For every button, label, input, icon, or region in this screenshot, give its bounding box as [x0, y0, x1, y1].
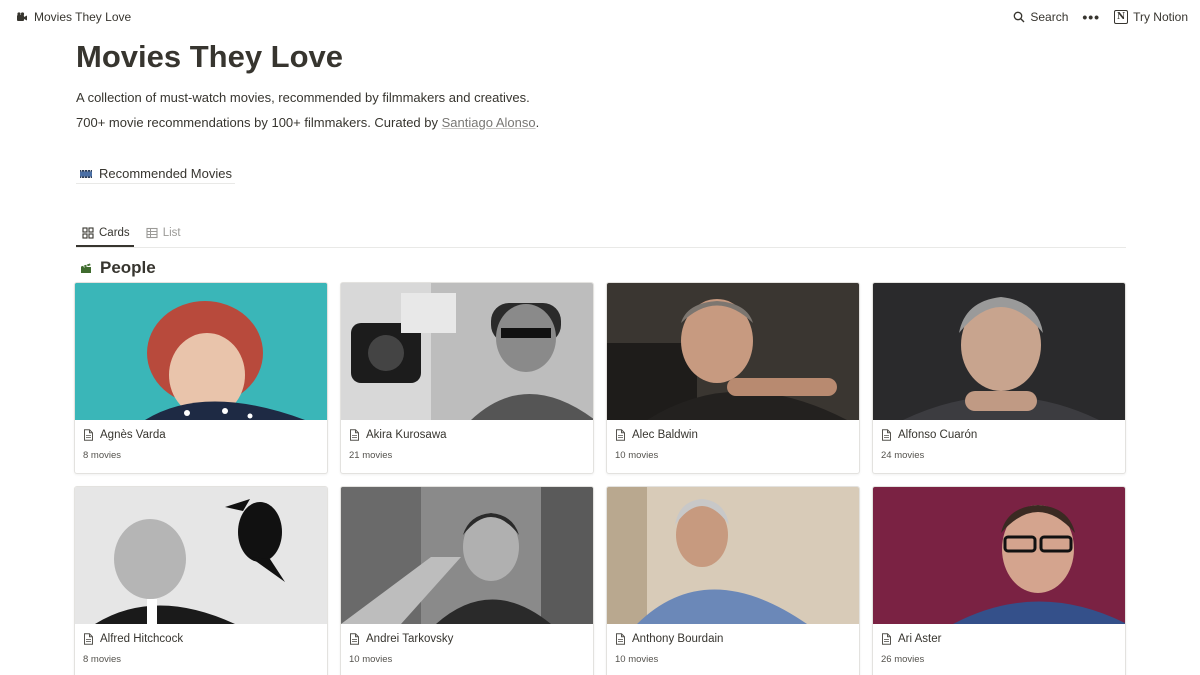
card-cover — [75, 283, 327, 420]
card-movie-count: 26 movies — [881, 654, 925, 665]
tab-list[interactable]: List — [140, 227, 185, 247]
tab-list-label: List — [162, 227, 181, 239]
card-movie-count: 10 movies — [349, 654, 393, 665]
card-cover — [873, 283, 1125, 420]
gallery-card[interactable]: Andrei Tarkovsky 10 movies — [340, 486, 594, 675]
curator-link[interactable]: Santiago Alonso — [442, 115, 536, 130]
view-tabs: Cards List — [76, 221, 1126, 248]
page-icon — [349, 633, 360, 645]
group-title: People — [100, 258, 156, 277]
card-title: Ari Aster — [898, 633, 942, 645]
search-icon — [1013, 11, 1025, 23]
card-movie-count: 8 movies — [83, 450, 122, 461]
clapper-icon — [80, 262, 92, 274]
page-title: Movies They Love — [76, 39, 344, 74]
gallery-grid: Agnès Varda 8 movies Akira Kurosawa 21 m… — [74, 282, 1126, 675]
page-icon — [615, 429, 626, 441]
card-title: Akira Kurosawa — [366, 429, 447, 441]
breadcrumb[interactable]: Movies They Love — [16, 10, 131, 24]
card-title: Alfonso Cuarón — [898, 429, 978, 441]
page-icon — [881, 633, 892, 645]
card-cover — [341, 283, 593, 420]
search-label: Search — [1030, 10, 1069, 24]
card-movie-count: 24 movies — [881, 450, 925, 461]
card-title: Agnès Varda — [100, 429, 166, 441]
page-icon — [83, 633, 94, 645]
gallery-card[interactable]: Alfonso Cuarón 24 movies — [872, 282, 1126, 474]
card-movie-count: 10 movies — [615, 654, 659, 665]
gallery-card[interactable]: Agnès Varda 8 movies — [74, 282, 328, 474]
card-cover — [75, 487, 327, 624]
gallery-card[interactable]: Alec Baldwin 10 movies — [606, 282, 860, 474]
card-title: Andrei Tarkovsky — [366, 633, 454, 645]
top-bar: Movies They Love Search ••• N Try Notion — [0, 0, 1200, 34]
card-title: Anthony Bourdain — [632, 633, 724, 645]
notion-logo-icon: N — [1114, 10, 1129, 24]
page-icon — [881, 429, 892, 441]
more-options-button[interactable]: ••• — [1082, 10, 1100, 24]
card-movie-count: 10 movies — [615, 450, 659, 461]
page-content: Movies They Love A collection of must-wa… — [76, 34, 1126, 278]
page-description: A collection of must-watch movies, recom… — [76, 90, 530, 105]
gallery-card[interactable]: Akira Kurosawa 21 movies — [340, 282, 594, 474]
search-button[interactable]: Search — [1013, 10, 1068, 24]
card-cover — [607, 487, 859, 624]
subdescription-suffix: . — [535, 115, 540, 130]
subdescription-text: 700+ movie recommendations by 100+ filmm… — [76, 115, 442, 130]
tab-cards[interactable]: Cards — [76, 227, 134, 247]
recommended-movies-link[interactable]: Recommended Movies — [76, 164, 235, 184]
recommended-movies-label: Recommended Movies — [99, 166, 232, 181]
gallery-card[interactable]: Ari Aster 26 movies — [872, 486, 1126, 675]
card-cover — [873, 487, 1125, 624]
camera-icon — [16, 11, 28, 23]
group-header: People — [76, 258, 1126, 278]
page-subdescription: 700+ movie recommendations by 100+ filmm… — [76, 114, 1126, 132]
card-cover — [341, 487, 593, 624]
try-notion-button[interactable]: N Try Notion — [1114, 10, 1188, 24]
card-cover — [607, 283, 859, 420]
card-title: Alec Baldwin — [632, 429, 698, 441]
card-movie-count: 21 movies — [349, 450, 393, 461]
card-movie-count: 8 movies — [83, 654, 122, 665]
table-icon — [146, 227, 158, 239]
page-icon — [83, 429, 94, 441]
breadcrumb-title: Movies They Love — [34, 10, 132, 24]
card-title: Alfred Hitchcock — [100, 633, 184, 645]
gallery-card[interactable]: Alfred Hitchcock 8 movies — [74, 486, 328, 675]
page-icon — [615, 633, 626, 645]
film-strip-icon — [79, 168, 93, 180]
tab-cards-label: Cards — [99, 227, 130, 239]
page-icon — [349, 429, 360, 441]
gallery-card[interactable]: Anthony Bourdain 10 movies — [606, 486, 860, 675]
try-notion-label: Try Notion — [1133, 10, 1188, 24]
top-actions: Search ••• N Try Notion — [1013, 10, 1188, 24]
grid-icon — [82, 227, 94, 239]
